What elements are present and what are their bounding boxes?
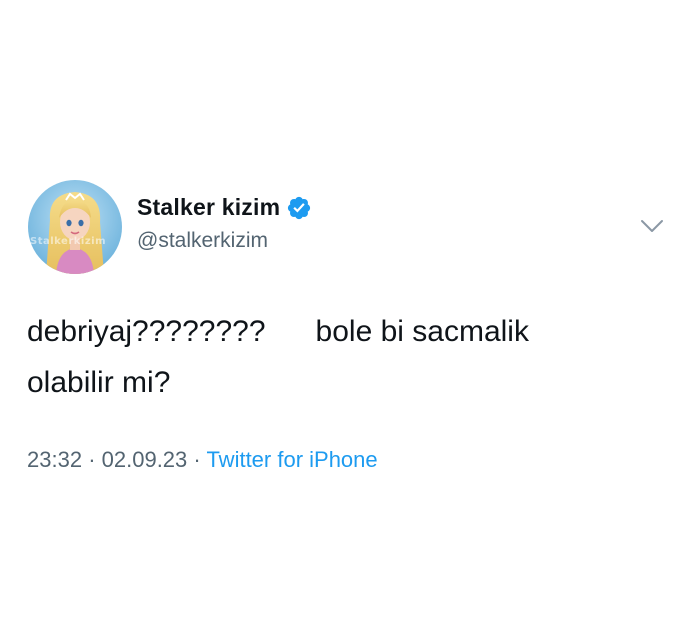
meta-separator-dot: · xyxy=(193,447,201,472)
meta-separator-dot: · xyxy=(88,447,96,472)
tweet-text: debriyaj???????? bole bi sacmalik olabil… xyxy=(27,315,529,399)
chevron-down-icon[interactable] xyxy=(640,218,664,234)
tweet-date[interactable]: 02.09.23 xyxy=(102,447,188,472)
tweet-card: Stalkerkizim Stalker kizim @stalkerkizim… xyxy=(0,0,690,623)
avatar[interactable]: Stalkerkizim xyxy=(28,180,122,274)
tweet-source-link[interactable]: Twitter for iPhone xyxy=(206,447,377,472)
author-handle[interactable]: @stalkerkizim xyxy=(137,229,268,253)
author-name-row[interactable]: Stalker kizim xyxy=(137,194,312,221)
author-display-name[interactable]: Stalker kizim xyxy=(137,194,280,221)
tweet-meta: 23:32 · 02.09.23 · Twitter for iPhone xyxy=(27,447,378,473)
meta-separator: · xyxy=(88,447,101,472)
meta-separator: · xyxy=(193,447,206,472)
avatar-watermark: Stalkerkizim xyxy=(30,236,106,247)
tweet-time[interactable]: 23:32 xyxy=(27,447,82,472)
verified-badge-icon xyxy=(286,195,312,221)
